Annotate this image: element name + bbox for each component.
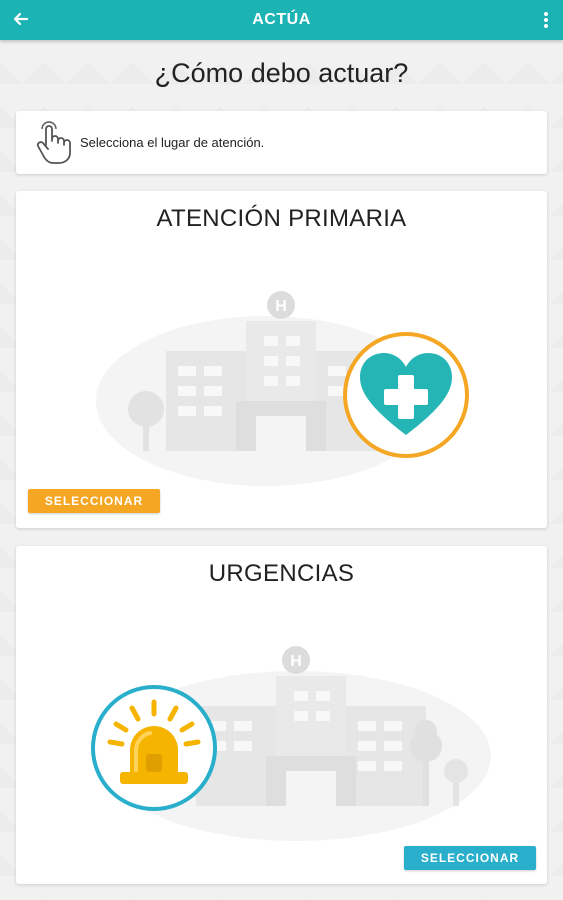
option-card-urgencias[interactable]: URGENCIAS H SELECCIONAR — [16, 546, 547, 884]
more-vertical-icon[interactable] — [543, 10, 549, 30]
heart-plus-icon — [343, 332, 469, 458]
instruction-text: Selecciona el lugar de atención. — [80, 135, 265, 150]
select-button-atencion-primaria[interactable]: SELECCIONAR — [28, 489, 160, 513]
app-bar: ACTÚA — [0, 0, 563, 40]
app-title: ACTÚA — [252, 11, 311, 28]
svg-text:H: H — [290, 653, 302, 670]
siren-icon — [91, 685, 217, 811]
instruction-card: Selecciona el lugar de atención. — [16, 111, 547, 174]
hand-pointer-icon — [30, 121, 74, 165]
option-card-atencion-primaria[interactable]: ATENCIÓN PRIMARIA H SELECCIONAR — [16, 191, 547, 528]
select-button-urgencias[interactable]: SELECCIONAR — [404, 846, 536, 870]
svg-text:H: H — [275, 298, 287, 315]
option-title: ATENCIÓN PRIMARIA — [156, 205, 407, 232]
page-title: ¿Cómo debo actuar? — [154, 58, 409, 88]
option-title: URGENCIAS — [208, 560, 355, 587]
